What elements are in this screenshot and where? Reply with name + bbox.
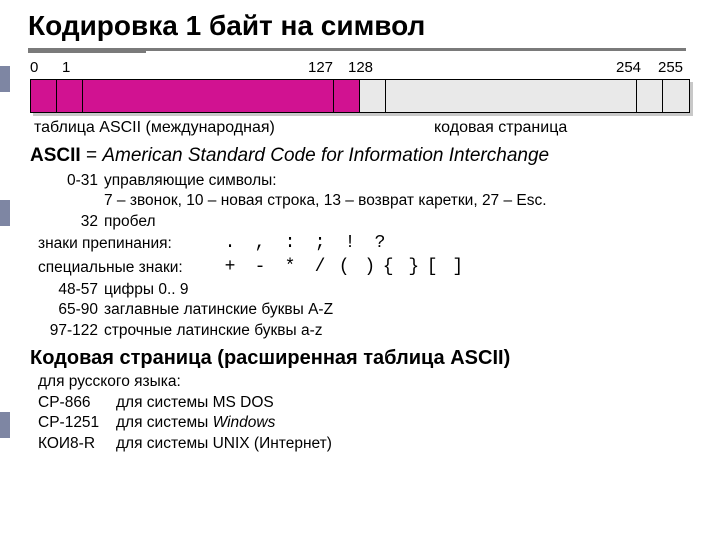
bar-labels: таблица ASCII (международная) кодовая ст… xyxy=(30,119,690,141)
codepage-list: для русского языка: CP-866для системы MS… xyxy=(30,372,690,454)
page-title: Кодировка 1 байт на символ xyxy=(0,0,720,48)
spec-label: специальные знаки: xyxy=(38,258,216,278)
cp-866-text: для системы MS DOS xyxy=(116,394,274,411)
cp-866-name: CP-866 xyxy=(38,393,116,413)
range-48-57: 48-57 xyxy=(38,280,104,300)
control-chars-list: 7 – звонок, 10 – новая строка, 13 – возв… xyxy=(38,191,690,211)
cp-1251-name: CP-1251 xyxy=(38,413,116,433)
range-65-90-text: заглавные латинские буквы A-Z xyxy=(104,300,333,320)
bar-seg-1 xyxy=(57,80,83,112)
range-97-122-text: строчные латинские буквы a-z xyxy=(104,321,323,341)
koi8-text: для системы UNIX (Интернет) xyxy=(116,435,332,452)
bar-seg-129-254 xyxy=(386,80,637,112)
bar-seg-0 xyxy=(31,80,57,112)
num-1: 1 xyxy=(62,59,70,76)
range-0-31: 0-31 xyxy=(38,171,104,191)
bar-seg-128 xyxy=(360,80,386,112)
punct-chars: .,:;!? xyxy=(216,232,396,256)
decorative-side-ticks xyxy=(0,0,10,540)
num-0: 0 xyxy=(30,59,38,76)
codepage-ru-label: для русского языка: xyxy=(38,372,690,392)
title-underline xyxy=(28,48,686,51)
ascii-definition: ASCII = American Standard Code for Infor… xyxy=(30,145,690,167)
bar-seg-255 xyxy=(663,80,689,112)
byte-numbers-row: 0 1 127 128 254 255 xyxy=(30,59,690,77)
range-97-122: 97-122 xyxy=(38,321,104,341)
num-254: 254 xyxy=(616,59,641,76)
range-65-90: 65-90 xyxy=(38,300,104,320)
ascii-acronym: ASCII xyxy=(30,145,81,166)
ascii-expansion: American Standard Code for Information I… xyxy=(102,145,549,166)
bar-seg-127 xyxy=(334,80,360,112)
byte-bar xyxy=(30,79,690,113)
bar-seg-2-127 xyxy=(83,80,334,112)
punct-label: знаки препинания: xyxy=(38,234,216,254)
cp-1251-text-b: Windows xyxy=(213,414,276,431)
range-32: 32 xyxy=(38,212,104,232)
range-32-text: пробел xyxy=(104,212,156,232)
bar-seg-254 xyxy=(637,80,663,112)
range-48-57-text: цифры 0.. 9 xyxy=(104,280,189,300)
codepage-heading: Кодовая страница (расширенная таблица AS… xyxy=(30,347,690,370)
label-ascii-table: таблица ASCII (международная) xyxy=(34,119,275,137)
num-255: 255 xyxy=(658,59,683,76)
cp-1251-text-a: для системы xyxy=(116,414,213,431)
spec-chars: +-*/( ){ }[ ] xyxy=(216,256,468,280)
range-0-31-text: управляющие символы: xyxy=(104,171,277,191)
num-128: 128 xyxy=(348,59,373,76)
num-127: 127 xyxy=(308,59,333,76)
label-codepage: кодовая страница xyxy=(434,119,567,137)
koi8-name: КОИ8-R xyxy=(38,434,116,454)
ascii-details: 0-31 управляющие символы: 7 – звонок, 10… xyxy=(30,171,690,341)
